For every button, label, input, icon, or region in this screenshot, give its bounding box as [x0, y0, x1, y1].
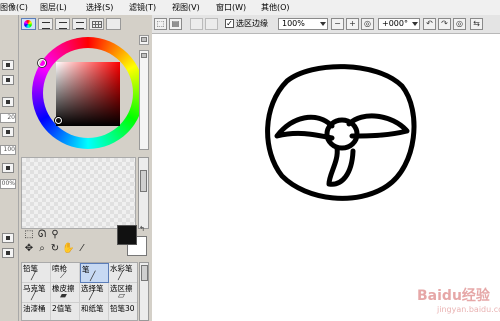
hand-icon[interactable]: ✋ — [62, 243, 74, 254]
undo-disabled-button[interactable] — [190, 18, 203, 30]
selection-edge-checkbox[interactable]: ✓ — [225, 19, 234, 28]
brush-marker[interactable]: 马克笔 ╱ — [22, 283, 51, 303]
brush-select-pen[interactable]: 选择笔 ╱ — [80, 283, 109, 303]
pen-icon: ╱ — [90, 272, 96, 282]
brush-airbrush[interactable]: 喷枪 ⟋ — [51, 263, 80, 283]
swatch-grid-icon — [92, 21, 102, 28]
hue-marker[interactable] — [38, 59, 46, 67]
rotate-left-button[interactable]: ↶ — [423, 18, 436, 30]
eraser-icon: ▰ — [60, 291, 67, 301]
bottom-blade-stroke — [326, 145, 356, 187]
swatch-mode-button[interactable] — [89, 18, 104, 30]
redo-disabled-button[interactable] — [205, 18, 218, 30]
brush-binary[interactable]: 2值笔 — [51, 303, 80, 320]
flip-icon: ⇆ — [473, 19, 480, 28]
rotate-icon[interactable]: ↻ — [49, 243, 61, 254]
mixer-mode-button[interactable] — [72, 18, 87, 30]
menu-filter[interactable]: 滤镜(T) — [129, 2, 156, 13]
swatch-scrollbar[interactable] — [138, 157, 149, 229]
layer-value-field[interactable]: 100 — [0, 145, 16, 155]
watercolor-icon: ╱ — [118, 271, 124, 281]
brush-bucket[interactable]: 油漆桶 — [22, 303, 51, 320]
zoom-icon[interactable]: ⌕ — [36, 243, 48, 254]
marker-icon: ╱ — [31, 291, 37, 301]
menu-layer[interactable]: 图层(L) — [40, 2, 67, 13]
layer-option-button[interactable] — [2, 248, 14, 258]
panel-scroll-up[interactable] — [139, 35, 149, 45]
color-panel-scrollbar[interactable] — [139, 50, 149, 150]
eyedropper-icon[interactable]: ⁄ — [76, 243, 88, 254]
deselect-icon: ⬚ — [156, 19, 165, 28]
rotation-select[interactable]: +000° — [378, 18, 420, 30]
brush-select-eraser[interactable]: 选区擦 ▱ — [109, 283, 137, 303]
color-wheel-icon — [24, 20, 32, 28]
hsv-sliders-icon — [59, 22, 67, 29]
lasso-icon[interactable]: ᘏ — [36, 229, 48, 240]
brush-tool-grid: 铅笔 ╱ 喷枪 ⟋ 笔 ╱ 水彩笔 ╱ 马克笔 ╱ 橡皮擦 ▰ 选择笔 ╱ 选区擦 ▱ 油漆桶 … — [21, 262, 138, 321]
layer-option-button[interactable] — [2, 97, 14, 107]
color-wheel-mode-button[interactable] — [21, 18, 36, 30]
menu-bar: 图像(C) 图层(L) 选择(S) 滤镜(T) 视图(V) 窗口(W) 其他(O… — [0, 0, 500, 16]
select-eraser-icon: ▱ — [118, 291, 125, 301]
tool-panel: ⬚ ᘏ ⚲ ✥ ⌕ ↻ ✋ ⁄ ↰ 铅笔 ╱ 喷枪 ⟋ 笔 ╱ 水彩笔 ╱ 马克笔 ╱ 橡… — [19, 15, 152, 321]
layer-option-button[interactable] — [2, 60, 14, 70]
brush-pen[interactable]: 笔 ╱ — [80, 263, 109, 283]
select-pen-icon: ╱ — [89, 291, 95, 301]
move-icon[interactable]: ✥ — [23, 243, 35, 254]
menu-image[interactable]: 图像(C) — [0, 2, 28, 13]
zoom-out-button[interactable]: − — [331, 18, 344, 30]
layer-panel-edge: 20 100 00% — [0, 15, 19, 321]
zoom-select[interactable]: 100% — [278, 18, 328, 30]
zoom-reset-button[interactable]: ◎ — [361, 18, 374, 30]
layer-value-field[interactable]: 20 — [0, 113, 16, 123]
brush-washi[interactable]: 和纸笔 — [80, 303, 109, 320]
scratchpad-mode-button[interactable] — [106, 18, 121, 30]
chevron-down-icon — [412, 22, 418, 26]
swap-colors-icon[interactable]: ↰ — [139, 225, 145, 233]
chevron-down-icon — [320, 22, 326, 26]
foreground-color-swatch[interactable] — [117, 225, 137, 245]
color-picker-marker[interactable] — [55, 117, 62, 124]
brush-eraser[interactable]: 橡皮擦 ▰ — [51, 283, 80, 303]
mixer-icon — [76, 22, 84, 29]
rgb-slider-mode-button[interactable] — [38, 18, 53, 30]
drawing-canvas[interactable]: Baidu经验 jingyan.baidu.com — [152, 34, 500, 321]
menu-window[interactable]: 窗口(W) — [216, 2, 246, 13]
invert-selection-button[interactable]: ▤ — [169, 18, 182, 30]
watermark: Baidu经验 — [417, 288, 490, 304]
rotate-right-button[interactable]: ↷ — [438, 18, 451, 30]
watermark-url: jingyan.baidu.com — [437, 305, 500, 314]
flip-button[interactable]: ⇆ — [470, 18, 483, 30]
layer-option-button[interactable] — [2, 75, 14, 85]
opacity-field[interactable]: 00% — [0, 179, 16, 189]
rect-select-icon[interactable]: ⬚ — [23, 229, 35, 240]
layer-option-button[interactable] — [2, 233, 14, 243]
canvas-toolbar: ⬚ ▤ ✓ 选区边缘 100% − + ◎ +000° ↶ ↷ ◎ ⇆ — [152, 15, 500, 34]
rotate-reset-button[interactable]: ◎ — [453, 18, 466, 30]
brush-watercolor[interactable]: 水彩笔 ╱ — [109, 263, 137, 283]
brush-pencil[interactable]: 铅笔 ╱ — [22, 263, 51, 283]
zoom-in-button[interactable]: + — [346, 18, 359, 30]
deselect-button[interactable]: ⬚ — [154, 18, 167, 30]
menu-view[interactable]: 视图(V) — [172, 2, 200, 13]
pencil-icon: ╱ — [31, 271, 37, 281]
hsv-slider-mode-button[interactable] — [55, 18, 70, 30]
selection-edge-label: 选区边缘 — [236, 19, 268, 28]
rgb-sliders-icon — [42, 22, 50, 29]
left-blade-stroke — [274, 114, 335, 141]
magic-wand-icon[interactable]: ⚲ — [49, 229, 61, 240]
brush-pencil-30[interactable]: 铅笔30 — [109, 303, 137, 320]
layer-option-button[interactable] — [2, 127, 14, 137]
menu-other[interactable]: 其他(O) — [261, 2, 290, 13]
airbrush-icon: ⟋ — [60, 271, 67, 281]
fan-sketch — [265, 64, 417, 201]
menu-select[interactable]: 选择(S) — [86, 2, 113, 13]
saturation-value-square[interactable] — [56, 62, 120, 126]
invert-icon: ▤ — [171, 19, 180, 28]
layer-option-button[interactable] — [2, 163, 14, 173]
swatch-grid[interactable] — [21, 157, 136, 229]
brush-scrollbar[interactable] — [139, 262, 149, 321]
